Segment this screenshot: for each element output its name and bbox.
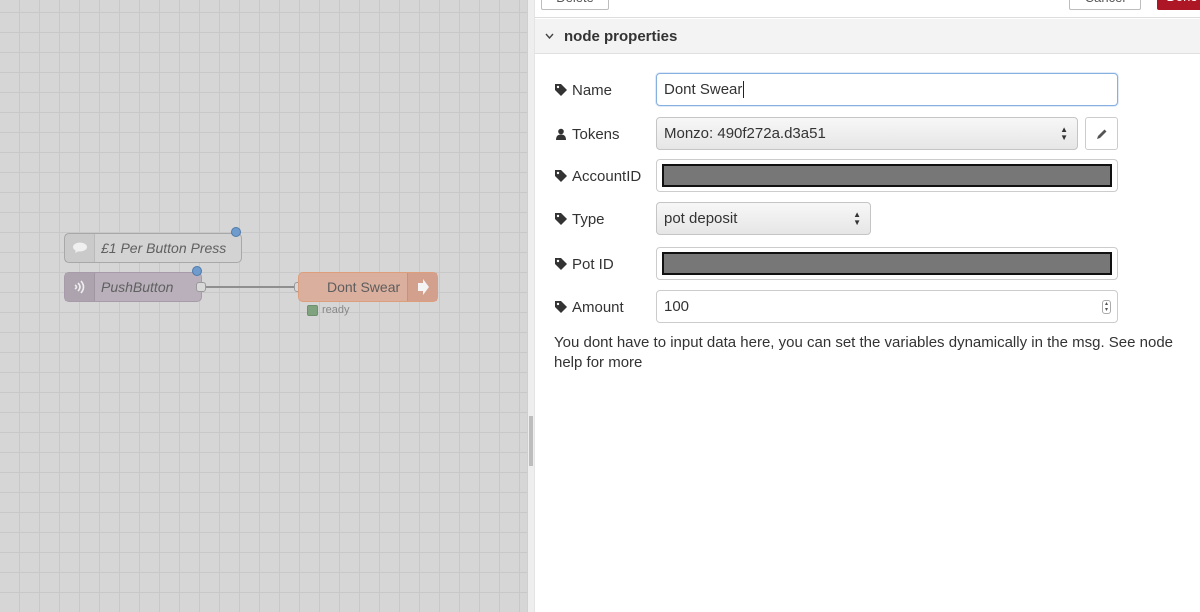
pencil-icon <box>1096 129 1106 139</box>
flow-workspace[interactable]: £1 Per Button Press PushButton Dont Swea… <box>0 0 527 612</box>
type-select-value: pot deposit <box>664 210 738 227</box>
text-caret <box>743 81 745 98</box>
cancel-button[interactable]: Cancel <box>1069 0 1141 10</box>
tag-icon <box>555 213 567 225</box>
done-button[interactable]: Done <box>1157 0 1200 10</box>
account-id-label-wrap: AccountID <box>555 159 641 193</box>
pushbutton-node-label: PushButton <box>101 279 174 295</box>
section-title: node properties <box>564 27 678 45</box>
type-select[interactable]: pot deposit ▲ ▼ <box>656 202 871 235</box>
tokens-label: Tokens <box>572 125 620 143</box>
node-status-text: ready <box>322 304 350 316</box>
name-input[interactable]: Dont Swear <box>656 73 1118 106</box>
select-arrows-icon: ▲ ▼ <box>853 210 861 227</box>
edit-tokens-button[interactable] <box>1085 117 1118 150</box>
pot-id-label-wrap: Pot ID <box>555 247 614 281</box>
type-row: Type pot deposit ▲ ▼ <box>535 202 1200 236</box>
chevron-down-icon <box>545 30 564 42</box>
name-label: Name <box>572 81 613 99</box>
account-id-label: AccountID <box>572 167 642 185</box>
select-arrows-icon: ▲ ▼ <box>1060 125 1068 142</box>
comment-node-label: £1 Per Button Press <box>101 240 227 256</box>
name-input-value: Dont Swear <box>664 81 743 98</box>
amount-label-wrap: Amount <box>555 290 624 324</box>
broadcast-icon <box>65 273 95 301</box>
changed-indicator-icon <box>192 266 202 276</box>
redacted-value <box>662 164 1112 187</box>
tag-icon <box>555 84 567 96</box>
grip-icon <box>529 416 533 466</box>
comment-node[interactable]: £1 Per Button Press <box>64 233 242 263</box>
pot-id-label: Pot ID <box>572 255 614 273</box>
delete-button[interactable]: Delete <box>541 0 609 10</box>
tag-icon <box>555 301 567 313</box>
connection-wire[interactable] <box>206 286 295 288</box>
name-row: Name Dont Swear <box>535 73 1200 107</box>
number-spinner-icon[interactable]: ▴ ▾ <box>1102 300 1111 314</box>
monzo-node-label: Dont Swear <box>327 279 401 295</box>
pot-id-row: Pot ID <box>535 247 1200 281</box>
panel-resize-handle[interactable] <box>527 0 535 612</box>
tokens-label-wrap: Tokens <box>555 117 620 151</box>
node-properties-header[interactable]: node properties <box>535 19 1200 54</box>
amount-label: Amount <box>572 298 624 316</box>
tokens-select[interactable]: Monzo: 490f272a.d3a51 ▲ ▼ <box>656 117 1078 150</box>
name-label-wrap: Name <box>555 73 612 107</box>
account-id-input[interactable] <box>656 159 1118 192</box>
user-icon <box>556 128 566 140</box>
arrow-right-icon <box>407 273 437 301</box>
monzo-node[interactable]: Dont Swear <box>298 272 438 302</box>
edit-panel: Delete Cancel Done node properties Name … <box>535 0 1200 612</box>
type-label: Type <box>572 210 605 228</box>
status-dot-icon <box>307 304 318 316</box>
output-port[interactable] <box>196 282 206 292</box>
pushbutton-node[interactable]: PushButton <box>64 272 202 302</box>
node-status: ready <box>307 304 350 316</box>
tokens-row: Tokens Monzo: 490f272a.d3a51 ▲ ▼ <box>535 117 1200 151</box>
panel-toolbar: Delete Cancel Done <box>535 0 1200 18</box>
amount-input[interactable]: 100 ▴ ▾ <box>656 290 1118 323</box>
changed-indicator-icon <box>231 227 241 237</box>
type-label-wrap: Type <box>555 202 605 236</box>
redacted-value <box>662 252 1112 275</box>
tokens-select-value: Monzo: 490f272a.d3a51 <box>664 125 826 142</box>
tag-icon <box>555 258 567 270</box>
amount-row: Amount 100 ▴ ▾ <box>535 290 1200 324</box>
pot-id-input[interactable] <box>656 247 1118 280</box>
account-id-row: AccountID <box>535 159 1200 193</box>
tag-icon <box>555 170 567 182</box>
comment-icon <box>65 234 95 262</box>
amount-input-value: 100 <box>664 298 690 315</box>
help-text: You dont have to input data here, you ca… <box>554 334 1174 371</box>
